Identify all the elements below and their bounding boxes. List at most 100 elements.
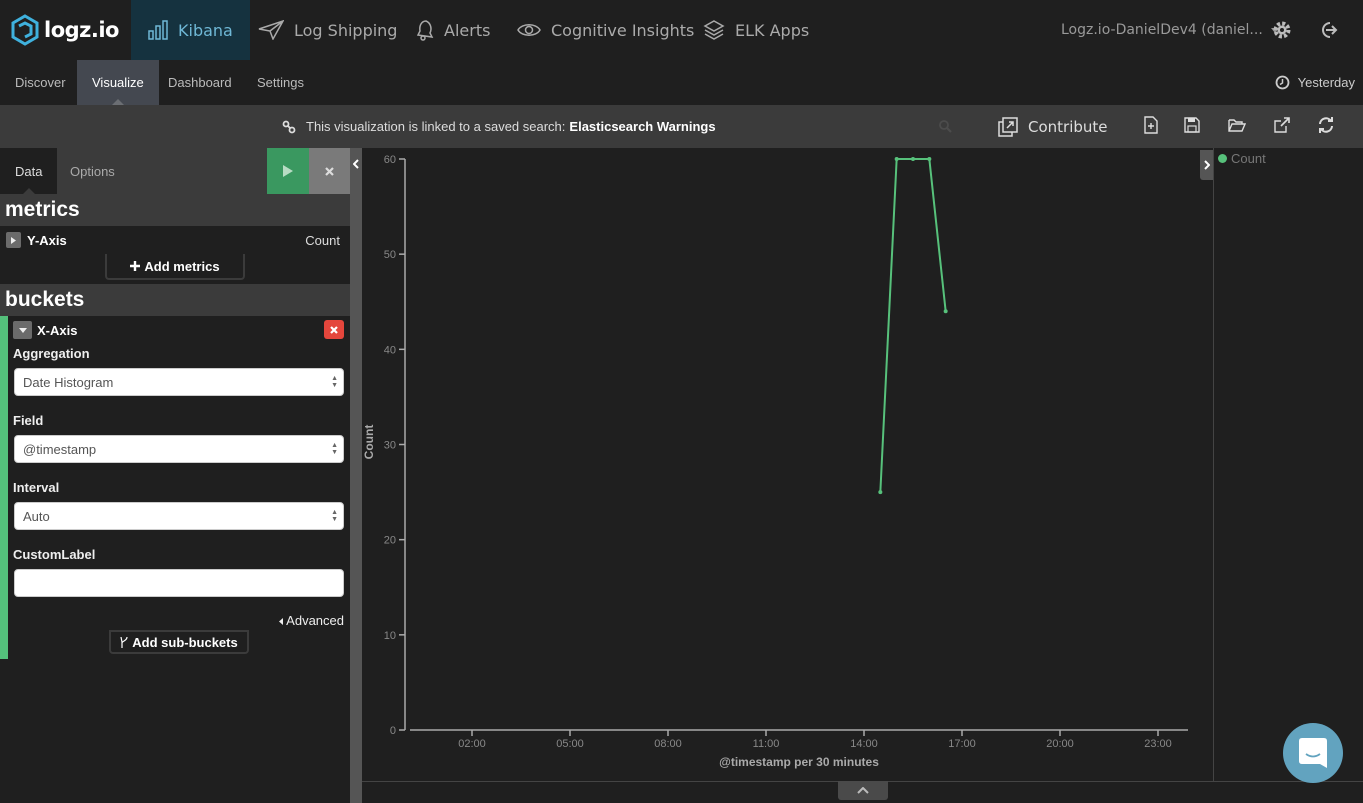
expand-toggle[interactable] [6,232,21,248]
bell-icon [416,20,434,41]
y-tick-label: 60 [384,154,396,166]
nav-elk-apps-label: ELK Apps [735,20,810,40]
nav-log-shipping[interactable]: Log Shipping [258,0,397,60]
legend-label: Count [1231,151,1266,166]
discard-changes-button[interactable] [309,148,350,194]
select-arrows-icon: ▲ ▼ [331,375,338,389]
data-point[interactable] [911,157,915,161]
bucket-header[interactable]: X-Axis [8,321,77,339]
tab-discover[interactable]: Discover [0,60,81,105]
nav-cognitive-insights[interactable]: Cognitive Insights [517,0,694,60]
data-point[interactable] [894,157,899,161]
y-axis-label: Count [362,425,376,460]
remove-bucket-button[interactable] [324,320,344,339]
add-metrics-button[interactable]: Add metrics [105,254,245,280]
clock-icon [1275,75,1290,90]
support-chat-button[interactable] [1283,723,1343,783]
paper-plane-icon [258,20,284,40]
series-count [878,157,948,495]
contribute-label: Contribute [1028,117,1108,136]
fork-icon [120,636,128,648]
search-icon[interactable] [938,119,952,133]
sidebar-tabs: Data Options [0,148,350,194]
tab-visualize[interactable]: Visualize [77,60,159,105]
gear-icon[interactable] [1272,20,1292,40]
kibana-subnav: Discover Visualize Dashboard Settings Ye… [0,60,1363,105]
sidebar-collapse-bar[interactable] [350,148,362,803]
play-icon [283,165,293,177]
field-label: Field [13,413,44,428]
save-icon[interactable] [1183,116,1201,134]
account-name: Logz.io-DanielDev4 (daniel... [1061,22,1263,38]
x-axis-label: @timestamp per 30 minutes [719,755,879,769]
metric-title: Y-Axis [27,232,67,248]
time-picker[interactable]: Yesterday [1275,60,1355,105]
visualization-editor-sidebar: Data Options metrics Y-Axis Count Add me… [0,148,350,803]
plus-icon [130,261,141,271]
tab-data-label: Data [15,163,43,179]
aggregation-select[interactable]: Date Histogram ▲ ▼ [14,368,344,396]
interval-label: Interval [13,480,60,495]
interval-value: Auto [23,508,50,524]
field-value: @timestamp [23,441,97,457]
data-point[interactable] [943,309,948,314]
close-icon [325,166,334,176]
y-tick-label: 50 [384,249,396,261]
x-tick-label: 11:00 [753,738,780,750]
x-axis: 02:00 05:00 08:00 11:00 14:00 17:00 20:00 23:00 [410,729,1188,750]
buckets-heading: buckets [0,284,350,316]
logo-cube-icon [11,14,39,46]
logo-text: logz.io [44,18,119,42]
collapse-toggle[interactable] [13,321,32,339]
logzio-logo[interactable]: logz.io [10,14,119,46]
y-tick-label: 10 [384,630,396,642]
open-icon[interactable] [1228,116,1246,134]
account-dropdown[interactable]: Logz.io-DanielDev4 (daniel... [1061,0,1279,60]
nav-cognitive-insights-label: Cognitive Insights [551,20,695,40]
spy-toggle-button[interactable] [838,781,888,800]
x-tick-label: 08:00 [654,738,682,750]
nav-alerts-label: Alerts [444,20,491,40]
add-sub-buckets-label: Add sub-buckets [132,634,238,650]
nav-kibana[interactable]: Kibana [131,0,250,60]
tab-options-label: Options [70,163,115,179]
data-point[interactable] [927,157,932,161]
tab-dashboard-label: Dashboard [168,75,232,90]
layers-icon [703,20,725,40]
interval-select[interactable]: Auto ▲ ▼ [14,502,344,530]
chevron-up-icon [857,787,869,794]
metric-value: Count [305,232,340,248]
tab-data[interactable]: Data [0,148,58,194]
refresh-icon[interactable] [1317,116,1335,134]
chat-icon [1299,738,1327,768]
chevron-right-icon [1203,160,1210,170]
field-select[interactable]: @timestamp ▲ ▼ [14,435,344,463]
tab-settings-label: Settings [257,75,304,90]
series-line [879,158,947,493]
metric-y-axis[interactable]: Y-Axis Count [0,226,350,254]
x-tick-label: 02:00 [458,738,486,750]
metrics-heading: metrics [0,194,350,226]
share-icon[interactable] [1273,116,1291,134]
add-sub-buckets-button[interactable]: Add sub-buckets [109,630,249,654]
tab-options[interactable]: Options [55,148,130,194]
apply-changes-button[interactable] [267,148,309,194]
nav-elk-apps[interactable]: ELK Apps [703,0,809,60]
tab-dashboard[interactable]: Dashboard [153,60,247,105]
data-point[interactable] [878,490,883,495]
nav-alerts[interactable]: Alerts [414,0,490,60]
legend-item-count[interactable]: Count [1218,151,1266,166]
custom-label-input[interactable] [14,569,344,597]
sign-out-icon[interactable] [1318,20,1338,40]
advanced-toggle[interactable]: Advanced [279,613,344,628]
contribute-button[interactable]: Contribute [998,105,1108,148]
chevron-left-icon [353,159,359,169]
link-icon[interactable] [282,120,296,134]
y-axis: 0 10 20 30 40 50 60 [384,154,406,737]
y-tick-label: 40 [384,344,396,356]
tab-settings[interactable]: Settings [242,60,319,105]
new-visualization-icon[interactable] [1142,116,1160,134]
legend-toggle-button[interactable] [1200,150,1213,180]
caret-left-icon [279,618,284,625]
nav-log-shipping-label: Log Shipping [294,20,398,40]
